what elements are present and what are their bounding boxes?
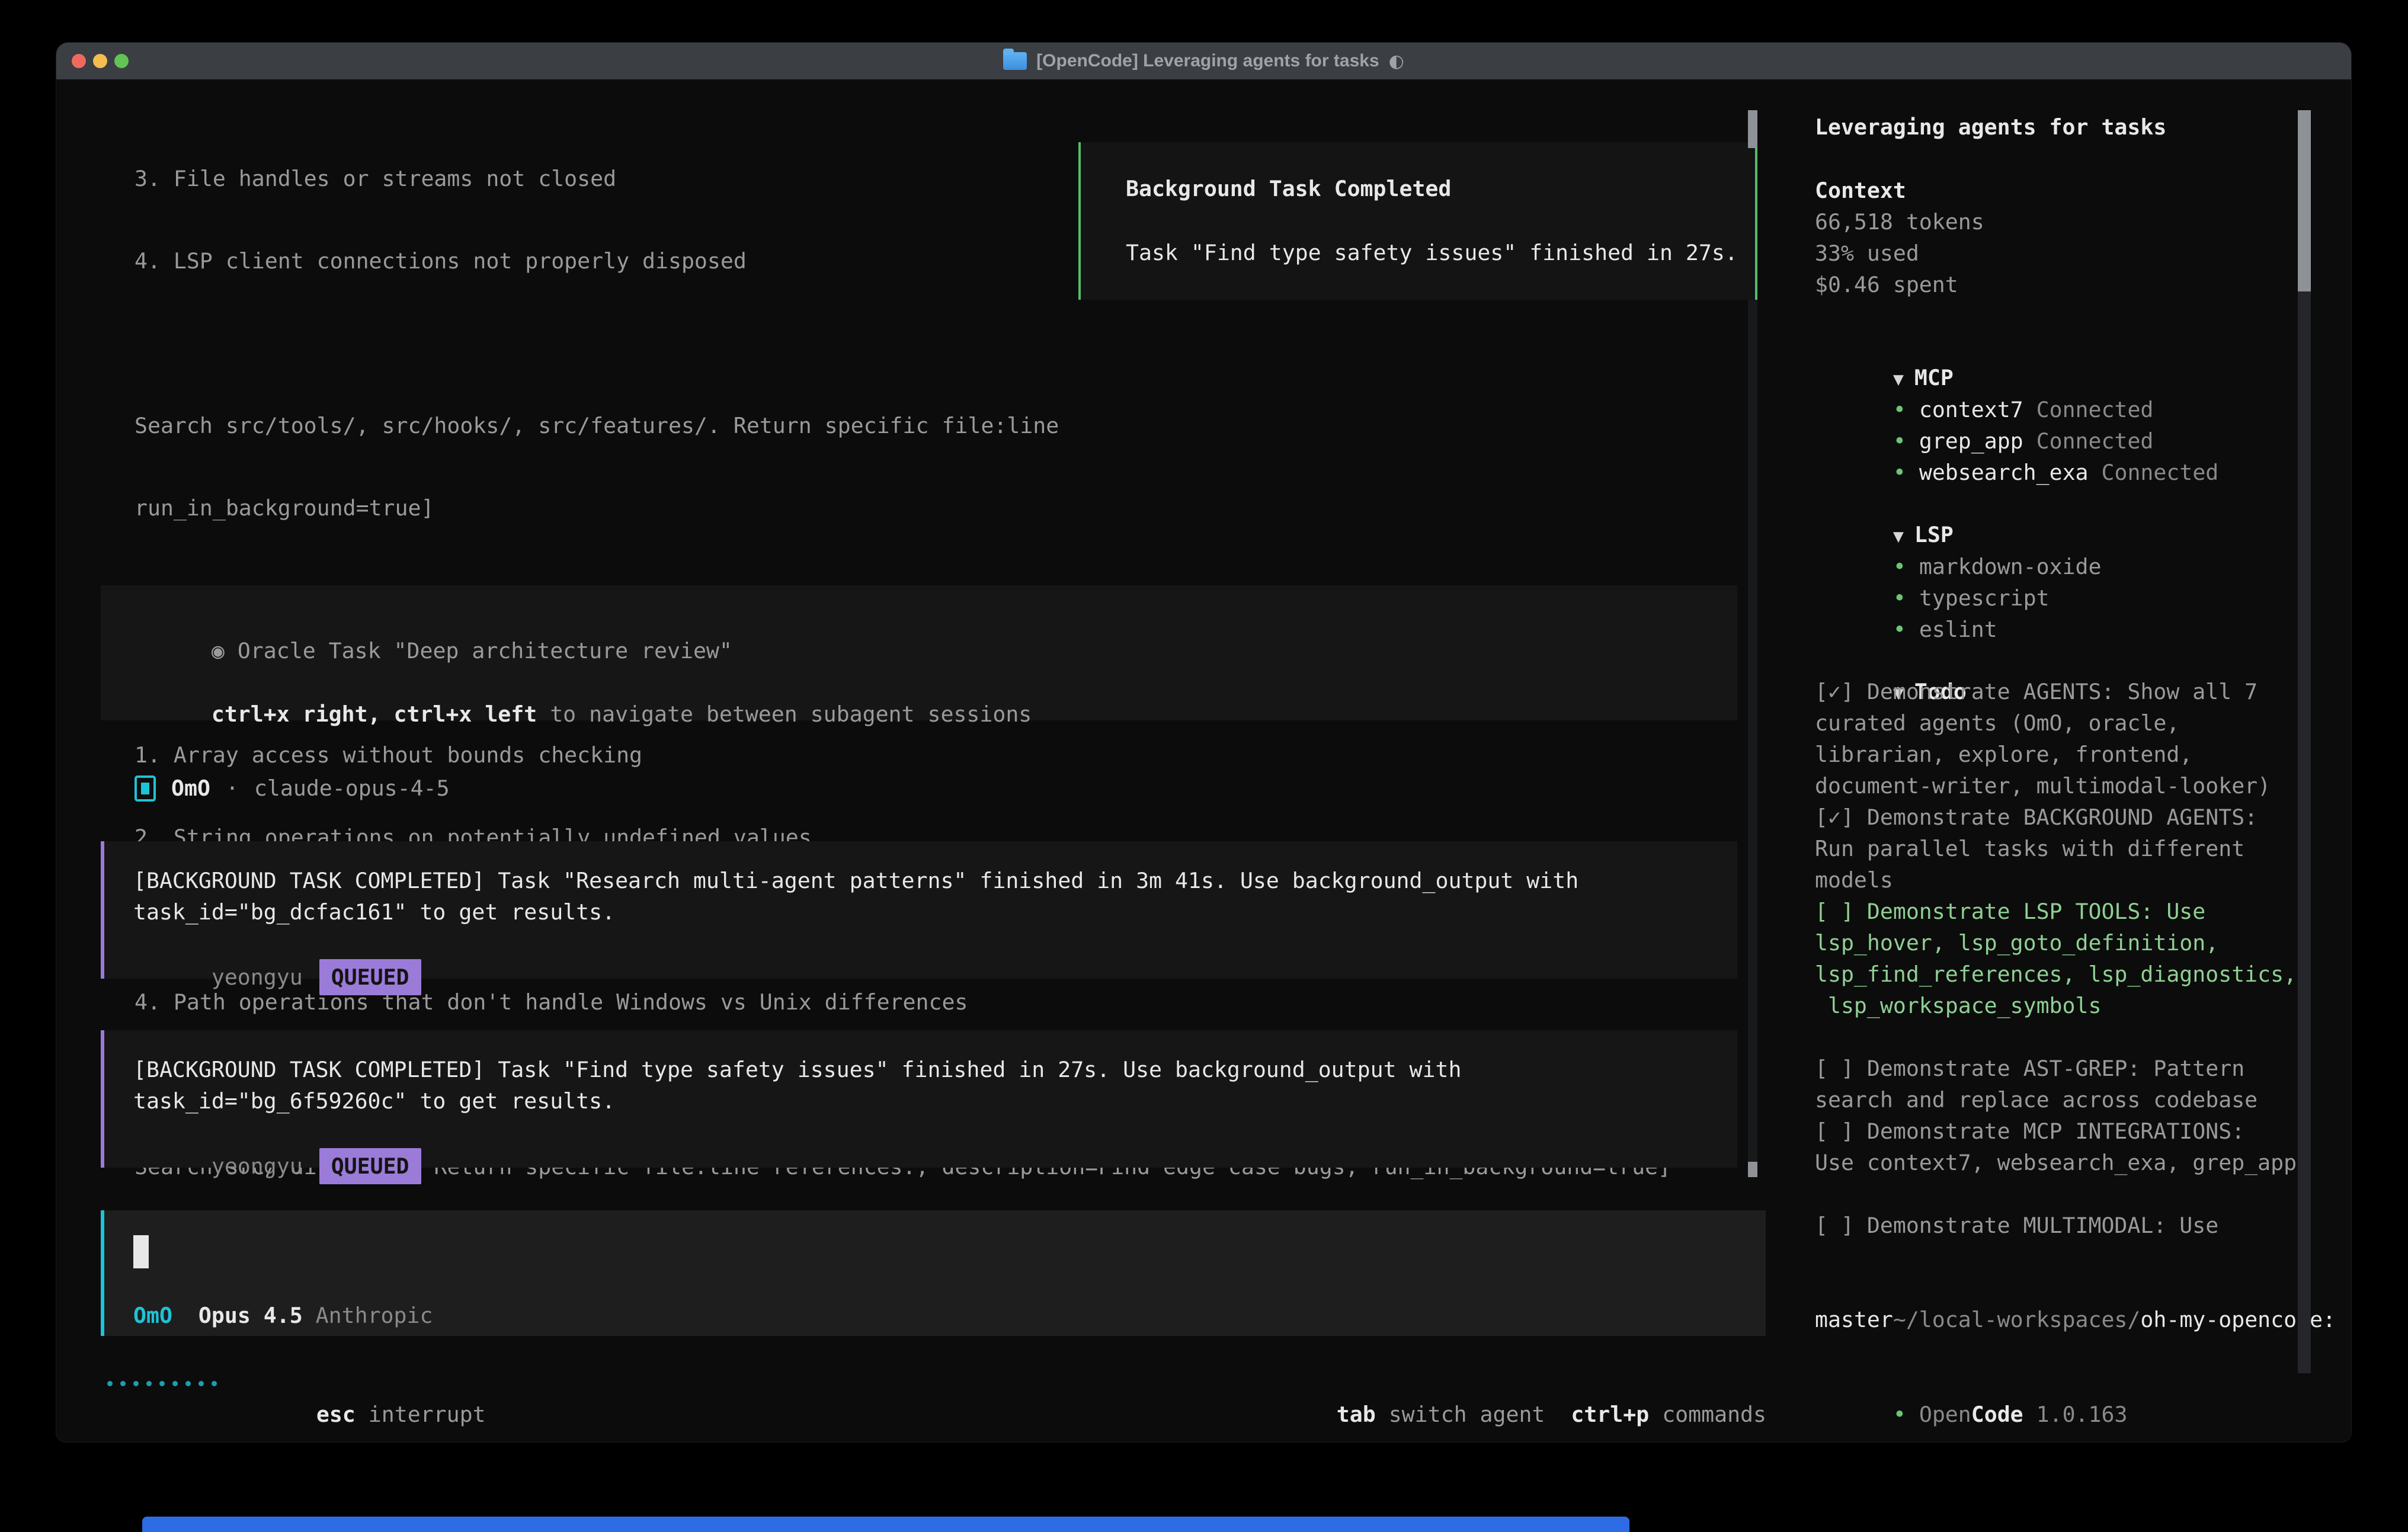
task-author: yeongyu	[212, 1153, 303, 1179]
task-author: yeongyu	[212, 964, 303, 990]
todo-line: [✓] Demonstrate BACKGROUND AGENTS:	[1815, 802, 2258, 833]
lsp-item: •typescript	[1815, 551, 2050, 582]
todo-line: [✓] Demonstrate AGENTS: Show all 7	[1815, 676, 2258, 707]
folder-icon	[1003, 52, 1027, 70]
context-used: 33% used	[1815, 238, 1919, 269]
task-message-line1: [BACKGROUND TASK COMPLETED] Task "Find t…	[133, 1054, 1737, 1085]
oracle-shortcut-keys: ctrl+x right, ctrl+x left	[212, 701, 537, 727]
scrollback-line: Search src/tools/, src/hooks/, src/featu…	[135, 410, 1736, 441]
tab-key-hint: tab	[1337, 1402, 1376, 1427]
lsp-item: •eslint	[1815, 582, 1997, 614]
context-tokens: 66,518 tokens	[1815, 206, 1984, 238]
omo-agent-icon	[135, 775, 156, 802]
toast-title: Background Task Completed	[1126, 173, 1755, 237]
todo-line: curated agents (OmO, oracle,	[1815, 707, 2179, 739]
background-window-sliver	[142, 1517, 1629, 1532]
scrollback-line	[135, 328, 1736, 359]
todo-line: [ ] Demonstrate AST-GREP: Pattern	[1815, 1053, 2244, 1084]
context-spent: $0.46 spent	[1815, 269, 1958, 300]
status-badge: QUEUED	[319, 1148, 421, 1184]
todo-line: [ ] Demonstrate LSP TOOLS: Use	[1815, 896, 2205, 927]
lsp-item: •markdown-oxide	[1815, 520, 2102, 551]
toast-body: Task "Find type safety issues" finished …	[1126, 237, 1755, 301]
lsp-section-header[interactable]: ▼LSP	[1815, 488, 1954, 519]
mcp-item: •context7 Connected	[1815, 363, 2153, 394]
workspace-path: ~/local-workspaces/oh-my-opencode:	[1815, 1273, 2336, 1304]
mcp-item: •grep_app Connected	[1815, 394, 2153, 425]
agent-separator: ·	[226, 775, 239, 801]
todo-line: [ ] Demonstrate MULTIMODAL: Use	[1815, 1210, 2218, 1241]
todo-line: document-writer, multimodal-looker)	[1815, 770, 2271, 802]
sidebar-scrollbar-track	[2298, 110, 2311, 1373]
status-bar: esc interrupt tab switch agent ctrl+p co…	[56, 1367, 1766, 1399]
minimize-window-button[interactable]	[93, 54, 107, 68]
mcp-item: •websearch_exa Connected	[1815, 425, 2218, 457]
dot-icon: •	[1893, 1402, 1906, 1427]
agent-model: claude-opus-4-5	[254, 775, 450, 801]
todo-section-header[interactable]: ▼Todo	[1815, 645, 1967, 676]
todo-line: lsp_find_references, lsp_diagnostics,	[1815, 959, 2297, 990]
ctrlp-key-label: commands	[1649, 1402, 1766, 1427]
oracle-task-title: Oracle Task "Deep architecture review"	[225, 638, 732, 664]
todo-line: models	[1815, 864, 1893, 896]
scrollback-line: run_in_background=true]	[135, 492, 1736, 524]
app-version: •OpenCode 1.0.163	[1815, 1367, 2127, 1399]
prompt-input[interactable]: OmO Opus 4.5 Anthropic	[101, 1210, 1766, 1336]
oracle-task-card: ◉ Oracle Task "Deep architecture review"…	[101, 585, 1737, 720]
dot-icon: •	[1893, 617, 1906, 642]
status-badge: QUEUED	[319, 959, 421, 995]
todo-line: lsp_workspace_symbols	[1815, 990, 2101, 1021]
input-provider-name: Anthropic	[303, 1303, 433, 1328]
terminal-window: [OpenCode] Leveraging agents for tasks ◐…	[56, 43, 2351, 1442]
agent-header: OmO · claude-opus-4-5	[135, 773, 450, 804]
git-branch: master	[1815, 1304, 1893, 1335]
model-row: OmO Opus 4.5 Anthropic	[133, 1303, 433, 1328]
todo-line: lsp_hover, lsp_goto_definition,	[1815, 927, 2218, 959]
background-task-toast: Background Task Completed Task "Find typ…	[1078, 142, 1757, 300]
close-window-button[interactable]	[72, 54, 86, 68]
task-message-line2: task_id="bg_dcfac161" to get results.	[133, 896, 1737, 928]
background-task-card: [BACKGROUND TASK COMPLETED] Task "Find t…	[101, 1030, 1737, 1168]
session-title: Leveraging agents for tasks	[1815, 111, 2166, 143]
background-task-card: [BACKGROUND TASK COMPLETED] Task "Resear…	[101, 841, 1737, 979]
esc-key-hint: esc	[316, 1402, 356, 1427]
zoom-window-button[interactable]	[114, 54, 129, 68]
sidebar: Leveraging agents for tasks Context 66,5…	[1815, 43, 2296, 1138]
todo-line: Use context7, websearch_exa, grep_app	[1815, 1147, 2297, 1178]
tab-key-label: switch agent	[1376, 1402, 1545, 1427]
input-agent-name: OmO	[133, 1303, 172, 1328]
esc-key-label: interrupt	[356, 1402, 486, 1427]
text-cursor	[133, 1235, 149, 1268]
todo-line: search and replace across codebase	[1815, 1084, 2258, 1116]
sidebar-scrollbar-thumb[interactable]	[2298, 110, 2311, 291]
todo-line: [ ] Demonstrate MCP INTEGRATIONS:	[1815, 1116, 2244, 1147]
todo-line: librarian, explore, frontend,	[1815, 739, 2192, 770]
oracle-status-icon: ◉	[212, 638, 225, 664]
window-title: [OpenCode] Leveraging agents for tasks	[1036, 51, 1379, 71]
input-model-name: Opus 4.5	[198, 1303, 303, 1328]
proxy-circle-icon: ◐	[1389, 51, 1404, 72]
chat-scrollbar-thumb-bottom[interactable]	[1748, 1162, 1757, 1177]
spinner-dots-icon	[107, 1367, 217, 1399]
task-message-line1: [BACKGROUND TASK COMPLETED] Task "Resear…	[133, 865, 1737, 896]
todo-line: Run parallel tasks with different	[1815, 833, 2244, 864]
task-message-line2: task_id="bg_6f59260c" to get results.	[133, 1085, 1737, 1117]
chat-scrollbar-thumb[interactable]	[1748, 110, 1757, 148]
oracle-shortcut-hint: to navigate between subagent sessions	[537, 701, 1032, 727]
agent-name: OmO	[171, 775, 210, 801]
context-header: Context	[1815, 175, 1906, 206]
dot-icon: •	[1893, 460, 1906, 485]
ctrlp-key-hint: ctrl+p	[1571, 1402, 1649, 1427]
mcp-section-header[interactable]: ▼MCP	[1815, 331, 1954, 362]
